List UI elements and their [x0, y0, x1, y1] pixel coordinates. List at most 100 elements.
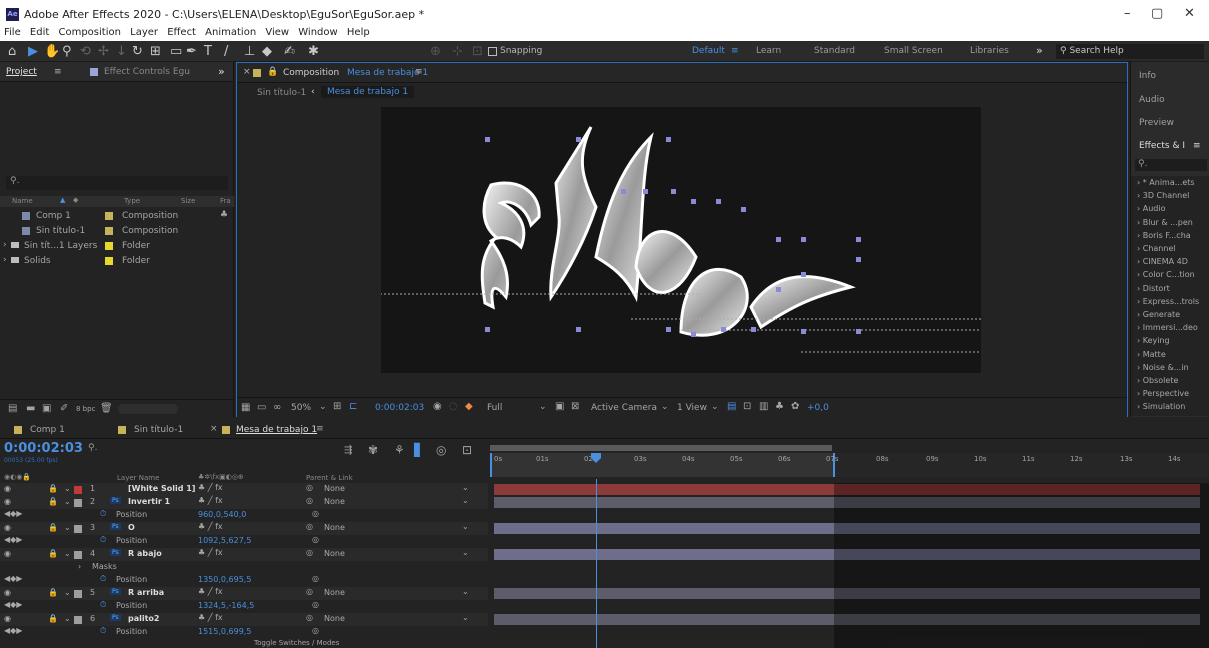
pickwhip-icon[interactable]: ◎	[306, 613, 313, 622]
property-row[interactable]: ◀◆▶ ⏱ Position 1092,5,627,5 ◎	[0, 535, 488, 548]
menu-animation[interactable]: Animation	[205, 27, 256, 38]
frame-blending-icon[interactable]: ▋	[414, 443, 423, 457]
panel-menu-icon[interactable]: ≡	[1193, 141, 1201, 151]
comp-mini-flowchart-icon[interactable]: ⇶	[344, 445, 352, 456]
more-workspaces-button[interactable]: »	[1036, 44, 1043, 57]
effects-search-input[interactable]: ⚲.	[1135, 159, 1207, 171]
layer-name[interactable]: Invertir 1	[128, 497, 170, 506]
pan-tool-icon[interactable]: ✢	[98, 44, 109, 59]
switches-icon[interactable]: ♣ ╱ fx	[198, 483, 223, 492]
pickwhip-icon[interactable]: ◎	[306, 548, 313, 557]
stopwatch-icon[interactable]: ⏱	[100, 574, 106, 584]
stopwatch-icon[interactable]: ⏱	[100, 509, 106, 519]
toggle-pixel-icon[interactable]: ▤	[727, 401, 736, 412]
effects-category[interactable]: › Color C...tion	[1137, 270, 1195, 279]
property-value[interactable]: 1092,5,627,5	[198, 536, 251, 545]
lock-icon[interactable]: 🔒	[48, 523, 58, 532]
resolution-icon[interactable]: ⊞	[333, 401, 341, 412]
rectangle-tool-icon[interactable]: ▭	[170, 44, 182, 59]
more-panels-button[interactable]: »	[218, 65, 225, 78]
view-layout-dropdown[interactable]: 1 View	[677, 403, 707, 413]
layer-row[interactable]: ◉ 🔒 ⌄ 5 Ps R arriba ♣ ╱ fx ◎ None ⌄	[0, 587, 488, 600]
keyframe-nav-icon[interactable]: ◀◆▶	[4, 574, 22, 583]
label-color-swatch[interactable]	[105, 242, 113, 250]
preview-panel-tab[interactable]: Preview	[1139, 118, 1174, 128]
property-row[interactable]: ◀◆▶ ⏱ Position 1515,0,699,5 ◎	[0, 626, 488, 639]
effects-category[interactable]: › Audio	[1137, 204, 1165, 213]
tab-project[interactable]: Project	[6, 67, 37, 77]
tab-effect-controls[interactable]: Effect Controls Egu	[104, 67, 190, 77]
dolly-tool-icon[interactable]: ↓	[116, 44, 127, 59]
motion-blur-icon[interactable]: ◎	[436, 443, 446, 457]
toggle-switches-modes[interactable]: Toggle Switches / Modes	[254, 639, 339, 647]
effects-category[interactable]: › Generate	[1137, 310, 1180, 319]
menu-edit[interactable]: Edit	[30, 27, 49, 38]
rotation-tool-icon[interactable]: ↻	[132, 44, 143, 59]
timeline-current-time[interactable]: 0:00:02:03	[4, 441, 83, 456]
property-row[interactable]: ◀◆▶ ⏱ Position 960,0,540,0 ◎	[0, 509, 488, 522]
timeline-search-input[interactable]: ⚲.	[88, 443, 328, 455]
chevron-down-icon[interactable]: ⌄	[64, 588, 71, 597]
roi-icon[interactable]: ▣	[555, 401, 564, 412]
parent-dropdown[interactable]: None	[324, 497, 345, 506]
project-item[interactable]: › Sin tít...1 Layers Folder	[0, 240, 234, 253]
timeline-icon[interactable]: ▥	[759, 401, 768, 412]
tab-comp-1[interactable]: Comp 1	[30, 425, 65, 435]
time-ruler[interactable]: 0s 01s 02s 03s 04s 05s 06s 07s 08s 09s 1…	[490, 445, 1209, 485]
chevron-down-icon[interactable]: ⌄	[64, 484, 71, 493]
eye-icon[interactable]: ◉	[4, 497, 11, 506]
world-axis-icon[interactable]: ⊹	[452, 44, 463, 59]
layer-name[interactable]: [White Solid 1]	[128, 484, 195, 493]
menu-effect[interactable]: Effect	[167, 27, 196, 38]
layer-row[interactable]: ◉ 🔒 ⌄ 1 [White Solid 1] ♣ ╱ fx ◎ None ⌄	[0, 483, 488, 496]
transparency-grid-icon[interactable]: ⊠	[571, 401, 579, 412]
chevron-down-icon[interactable]: ⌄	[64, 614, 71, 623]
keyframe-nav-icon[interactable]: ◀◆▶	[4, 509, 22, 518]
workspace-standard[interactable]: Standard	[814, 46, 855, 56]
graph-editor-icon[interactable]: ⊡	[462, 443, 472, 457]
switches-icon[interactable]: ♣ ╱ fx	[198, 496, 223, 505]
trash-icon[interactable]: 🗑	[100, 403, 113, 414]
label-color-swatch[interactable]	[105, 212, 113, 220]
effects-category[interactable]: › Perspective	[1137, 389, 1189, 398]
eye-icon[interactable]: ◉	[4, 523, 11, 532]
effects-category[interactable]: › Noise &...in	[1137, 363, 1189, 372]
label-color-swatch[interactable]	[74, 486, 82, 494]
stopwatch-icon[interactable]: ⏱	[100, 600, 106, 610]
new-folder-icon[interactable]: ▬	[26, 403, 35, 414]
property-value[interactable]: 960,0,540,0	[198, 510, 246, 519]
breadcrumb-current[interactable]: Mesa de trabajo 1	[321, 86, 415, 98]
label-color-swatch[interactable]	[105, 257, 113, 265]
parent-dropdown[interactable]: None	[324, 523, 345, 532]
property-row[interactable]: ◀◆▶ ⏱ Position 1324,5,-164,5 ◎	[0, 600, 488, 613]
chevron-down-icon[interactable]: ⌄	[462, 496, 469, 505]
effects-category[interactable]: › Channel	[1137, 244, 1176, 253]
label-color-swatch[interactable]	[74, 499, 82, 507]
search-help-input[interactable]: ⚲ Search Help	[1056, 44, 1204, 59]
workspace-learn[interactable]: Learn	[756, 46, 781, 56]
property-value[interactable]: 1350,0,695,5	[198, 575, 251, 584]
col-size[interactable]: Size	[181, 197, 195, 205]
project-item[interactable]: Comp 1 Composition ♣	[0, 210, 234, 223]
effects-category[interactable]: › Blur & ...pen	[1137, 218, 1193, 227]
lock-icon[interactable]: 🔒	[48, 549, 58, 558]
zoom-tool-icon[interactable]: ⚲	[62, 44, 72, 59]
chevron-down-icon[interactable]: ⌄	[462, 587, 469, 596]
info-panel-tab[interactable]: Info	[1139, 71, 1156, 81]
current-time-display[interactable]: 0:00:02:03	[375, 403, 424, 413]
draft-3d-icon[interactable]: ✾	[368, 443, 378, 457]
panel-menu-icon[interactable]: ≡	[316, 424, 324, 434]
quality-dropdown[interactable]: Full	[487, 403, 502, 413]
menu-window[interactable]: Window	[298, 27, 337, 38]
snapping-checkbox[interactable]	[488, 47, 497, 56]
flowchart-icon[interactable]: ♣	[220, 210, 228, 220]
layer-name[interactable]: R abajo	[128, 549, 162, 558]
eye-icon[interactable]: ◉	[4, 549, 11, 558]
anchor-tool-icon[interactable]: ⊞	[150, 44, 161, 59]
flowchart-icon[interactable]: ♣	[775, 401, 784, 412]
col-frame[interactable]: Fra	[220, 197, 231, 205]
fast-preview-icon[interactable]: ⊡	[743, 401, 751, 412]
menu-layer[interactable]: Layer	[130, 27, 158, 38]
composition-canvas[interactable]	[381, 107, 981, 373]
panel-menu-icon[interactable]: ≡	[54, 67, 62, 77]
